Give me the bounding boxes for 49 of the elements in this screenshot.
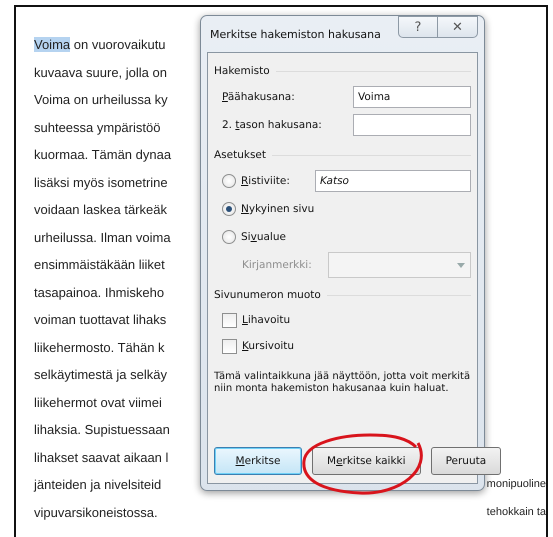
radio-label: Nykyinen sivu	[241, 203, 314, 215]
dropdown-arrow-icon	[457, 263, 465, 268]
body-text: on vuorovaikutu	[72, 37, 166, 52]
dropdown-label: Kirjanmerkki:	[242, 259, 313, 271]
body-text: voiman tuottavat lihaks	[34, 312, 166, 327]
field-label: 2. tason hakusana:	[222, 119, 323, 131]
body-text: ensimmäistäkään liiket	[34, 257, 165, 272]
input-field[interactable]: Katso	[315, 170, 471, 192]
checkbox[interactable]	[222, 338, 237, 354]
checkbox[interactable]	[222, 312, 237, 328]
body-text: tehokkain ta	[486, 504, 546, 520]
help-button[interactable]: ?	[398, 16, 438, 38]
body-text: kuvaava suure, jolla on	[34, 64, 167, 80]
body-text: jänteiden ja nivelsiteid	[34, 477, 162, 492]
radio-button[interactable]	[222, 230, 236, 244]
dialog-button[interactable]: Peruuta	[430, 447, 501, 475]
body-text: lihakset saavat aikaan l	[34, 450, 168, 464]
info-text: Tämä valintaikkuna jää näyttöön, jotta voit merkitä niin monta hakemiston hakusanaa kuin haluat.	[214, 371, 471, 395]
body-text: voidaan laskea tärkeäk	[34, 202, 167, 217]
body-text: urheilussa. Ilman voima	[34, 230, 171, 244]
checkbox-label: Kursivoitu	[242, 340, 294, 352]
body-text: vipuvarsikoneistossa.	[34, 504, 158, 520]
close-button[interactable]: ✕	[438, 16, 478, 38]
checkbox-label: Lihavoitu	[242, 314, 290, 326]
group-heading: Hakemisto	[214, 65, 270, 77]
input-field[interactable]	[353, 114, 471, 136]
group-heading: Asetukset	[214, 149, 266, 161]
dialog-button[interactable]: Merkitse kaikki	[312, 447, 421, 475]
dialog-button[interactable]: Merkitse	[214, 447, 302, 475]
window-title: Merkitse hakemiston hakusana	[210, 28, 381, 41]
radio-label: Sivualue	[241, 231, 286, 243]
dropdown-field[interactable]	[328, 252, 471, 278]
body-text: selkäytimestä ja selkäy	[34, 367, 167, 382]
body-text: liikehermosto. Tähän k	[34, 340, 165, 354]
body-text: lisäksi myös isometrine	[34, 174, 168, 190]
group-heading: Sivunumeron muoto	[214, 289, 321, 301]
field-label: Päähakusana:	[222, 91, 296, 103]
body-text: tasapainoa. Ihmiskeho	[34, 284, 164, 300]
body-text: Voima on urheilussa ky	[34, 92, 168, 107]
body-text: liikehermot ovat viimei	[34, 394, 162, 410]
body-text: monipuoline	[486, 477, 546, 492]
selected-word: Voima	[34, 37, 70, 52]
radio-label: Ristiviite:	[241, 175, 290, 187]
radio-button[interactable]	[222, 202, 236, 216]
radio-button[interactable]	[222, 174, 236, 188]
body-text: kuormaa. Tämän dynaa	[34, 147, 172, 162]
input-field[interactable]: Voima	[353, 86, 471, 108]
body-text: lihaksia. Supistuessaan	[34, 422, 170, 437]
body-text: suhteessa ympäristöö	[34, 120, 160, 134]
